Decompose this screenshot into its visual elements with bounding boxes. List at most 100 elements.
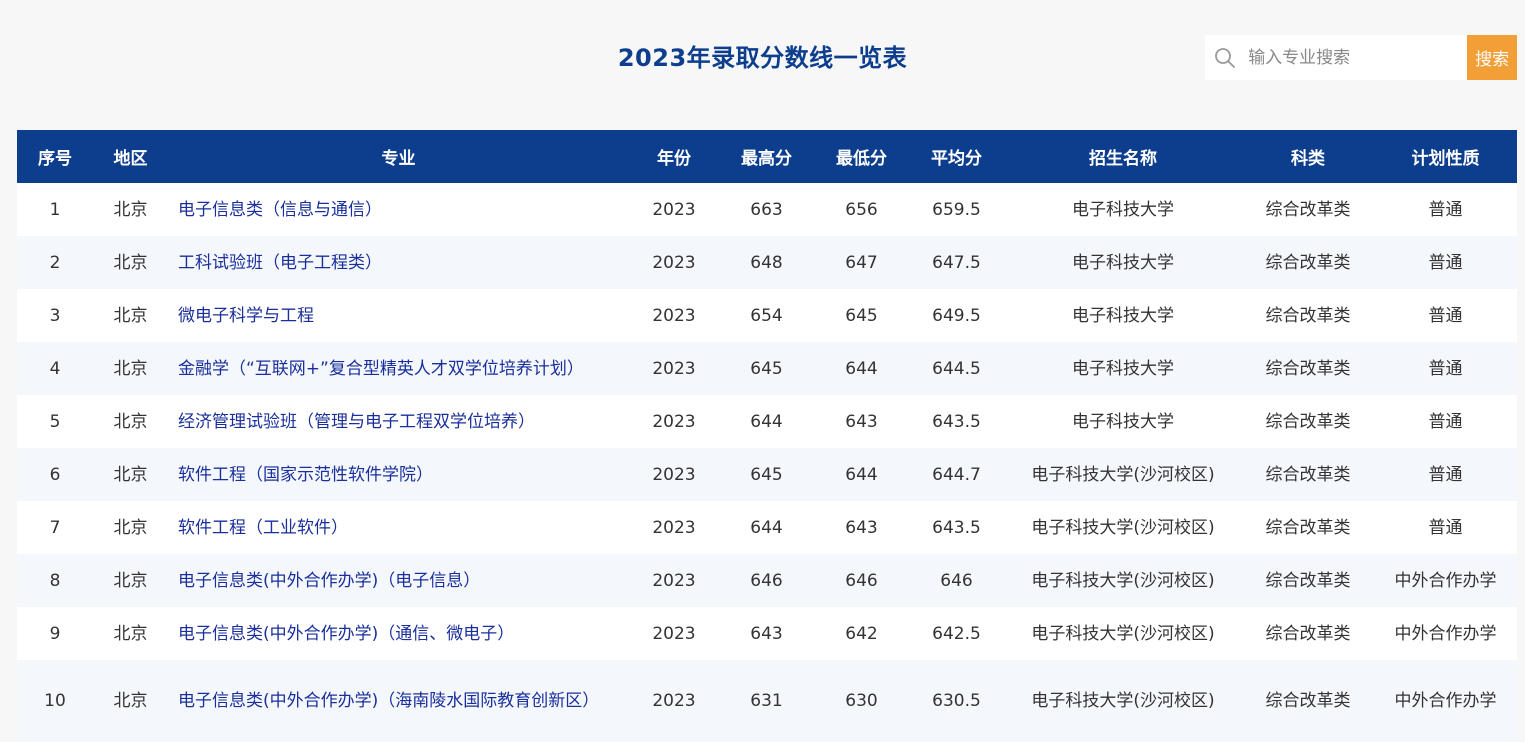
cell-plan: 中外合作办学 <box>1394 691 1497 711</box>
score-table-container: 序号 地区 专业 年份 最高分 最低分 平均分 招生名称 科类 计划性质 1 北… <box>17 130 1517 742</box>
cell-min: 656 <box>845 199 878 220</box>
cell-year: 2023 <box>652 305 696 326</box>
cell-plan: 普通 <box>1428 464 1463 485</box>
table-row: 6 北京 软件工程（国家示范性软件学院） 2023 645 644 644.7 … <box>17 448 1517 501</box>
cell-year: 2023 <box>652 199 696 220</box>
cell-major-link[interactable]: 电子信息类(中外合作办学)（通信、微电子） <box>168 607 629 660</box>
page-header: 2023年录取分数线一览表 搜索 <box>0 0 1525 130</box>
cell-major-link[interactable]: 工科试验班（电子工程类） <box>168 236 629 289</box>
cell-max: 645 <box>750 358 783 379</box>
cell-min: 630 <box>845 691 878 711</box>
cell-category: 综合改革类 <box>1265 199 1351 220</box>
table-header-row: 序号 地区 专业 年份 最高分 最低分 平均分 招生名称 科类 计划性质 <box>17 130 1517 183</box>
cell-region: 北京 <box>113 691 148 711</box>
cell-school: 电子科技大学 <box>1072 252 1174 273</box>
cell-year: 2023 <box>652 358 696 379</box>
cell-school: 电子科技大学(沙河校区) <box>1031 623 1215 644</box>
cell-max: 663 <box>750 199 783 220</box>
score-table: 序号 地区 专业 年份 最高分 最低分 平均分 招生名称 科类 计划性质 1 北… <box>17 130 1517 742</box>
cell-category: 综合改革类 <box>1265 570 1351 591</box>
cell-index: 4 <box>49 358 61 379</box>
cell-major-link[interactable]: 软件工程（工业软件） <box>168 501 629 554</box>
cell-region: 北京 <box>113 358 148 379</box>
col-header-year: 年份 <box>657 149 691 169</box>
cell-max: 646 <box>750 570 783 591</box>
table-row: 3 北京 微电子科学与工程 2023 654 645 649.5 电子科技大学 … <box>17 289 1517 342</box>
cell-min: 644 <box>845 358 878 379</box>
cell-plan: 普通 <box>1428 517 1463 538</box>
cell-index: 3 <box>49 305 61 326</box>
cell-index: 9 <box>49 623 61 644</box>
cell-region: 北京 <box>113 252 148 273</box>
cell-category: 综合改革类 <box>1265 358 1351 379</box>
cell-major-link[interactable]: 经济管理试验班（管理与电子工程双学位培养） <box>168 395 629 448</box>
cell-plan: 普通 <box>1428 411 1463 432</box>
cell-plan: 普通 <box>1428 305 1463 326</box>
cell-avg: 647.5 <box>932 252 981 273</box>
cell-max: 644 <box>750 517 783 538</box>
col-header-school: 招生名称 <box>1089 149 1157 169</box>
cell-major-link[interactable]: 电子信息类(中外合作办学)（海南陵水国际教育创新区） <box>168 660 629 742</box>
cell-category: 综合改革类 <box>1265 411 1351 432</box>
table-row: 4 北京 金融学（“互联网+”复合型精英人才双学位培养计划） 2023 645 … <box>17 342 1517 395</box>
cell-school: 电子科技大学 <box>1072 305 1174 326</box>
cell-region: 北京 <box>113 305 148 326</box>
cell-major-link[interactable]: 软件工程（国家示范性软件学院） <box>168 448 629 501</box>
cell-region: 北京 <box>113 517 148 538</box>
cell-avg: 649.5 <box>932 305 981 326</box>
cell-min: 645 <box>845 305 878 326</box>
cell-region: 北京 <box>113 464 148 485</box>
cell-index: 1 <box>49 199 61 220</box>
cell-year: 2023 <box>652 691 696 711</box>
search-box: 搜索 <box>1205 35 1517 80</box>
cell-plan: 中外合作办学 <box>1394 570 1497 591</box>
table-row: 8 北京 电子信息类(中外合作办学)（电子信息） 2023 646 646 64… <box>17 554 1517 607</box>
cell-major-link[interactable]: 微电子科学与工程 <box>168 289 629 342</box>
cell-school: 电子科技大学 <box>1072 411 1174 432</box>
cell-major-link[interactable]: 电子信息类(中外合作办学)（电子信息） <box>168 554 629 607</box>
cell-avg: 644.7 <box>932 464 981 485</box>
cell-region: 北京 <box>113 570 148 591</box>
col-header-avg: 平均分 <box>931 149 982 169</box>
col-header-plan: 计划性质 <box>1411 149 1480 169</box>
cell-major-link[interactable]: 金融学（“互联网+”复合型精英人才双学位培养计划） <box>168 342 629 395</box>
cell-year: 2023 <box>652 464 696 485</box>
search-input[interactable] <box>1245 35 1468 80</box>
table-header: 序号 地区 专业 年份 最高分 最低分 平均分 招生名称 科类 计划性质 <box>17 130 1517 183</box>
cell-avg: 646 <box>940 570 973 591</box>
cell-min: 643 <box>845 517 878 538</box>
cell-avg: 659.5 <box>932 199 981 220</box>
cell-year: 2023 <box>652 252 696 273</box>
col-header-index: 序号 <box>38 149 72 169</box>
cell-max: 648 <box>750 252 783 273</box>
cell-category: 综合改革类 <box>1265 623 1351 644</box>
table-row: 2 北京 工科试验班（电子工程类） 2023 648 647 647.5 电子科… <box>17 236 1517 289</box>
col-header-major: 专业 <box>381 149 416 169</box>
cell-max: 645 <box>750 464 783 485</box>
table-row: 1 北京 电子信息类（信息与通信） 2023 663 656 659.5 电子科… <box>17 183 1517 236</box>
cell-plan: 普通 <box>1428 199 1463 220</box>
col-header-max: 最高分 <box>741 149 792 169</box>
cell-major-link[interactable]: 电子信息类（信息与通信） <box>168 183 629 236</box>
cell-plan: 中外合作办学 <box>1394 623 1497 644</box>
cell-school: 电子科技大学(沙河校区) <box>1031 517 1215 538</box>
cell-index: 2 <box>49 252 61 273</box>
cell-max: 643 <box>750 623 783 644</box>
cell-school: 电子科技大学(沙河校区) <box>1031 691 1215 711</box>
cell-max: 644 <box>750 411 783 432</box>
cell-avg: 630.5 <box>932 691 981 711</box>
cell-avg: 642.5 <box>932 623 981 644</box>
cell-region: 北京 <box>113 199 148 220</box>
table-row: 9 北京 电子信息类(中外合作办学)（通信、微电子） 2023 643 642 … <box>17 607 1517 660</box>
cell-min: 647 <box>845 252 878 273</box>
cell-min: 643 <box>845 411 878 432</box>
cell-category: 综合改革类 <box>1265 305 1351 326</box>
search-button[interactable]: 搜索 <box>1467 35 1517 80</box>
cell-min: 644 <box>845 464 878 485</box>
table-row: 10 北京 电子信息类(中外合作办学)（海南陵水国际教育创新区） 2023 63… <box>17 660 1517 742</box>
cell-school: 电子科技大学 <box>1072 199 1174 220</box>
table-row: 5 北京 经济管理试验班（管理与电子工程双学位培养） 2023 644 643 … <box>17 395 1517 448</box>
cell-school: 电子科技大学(沙河校区) <box>1031 464 1215 485</box>
cell-category: 综合改革类 <box>1265 517 1351 538</box>
cell-index: 8 <box>49 570 61 591</box>
